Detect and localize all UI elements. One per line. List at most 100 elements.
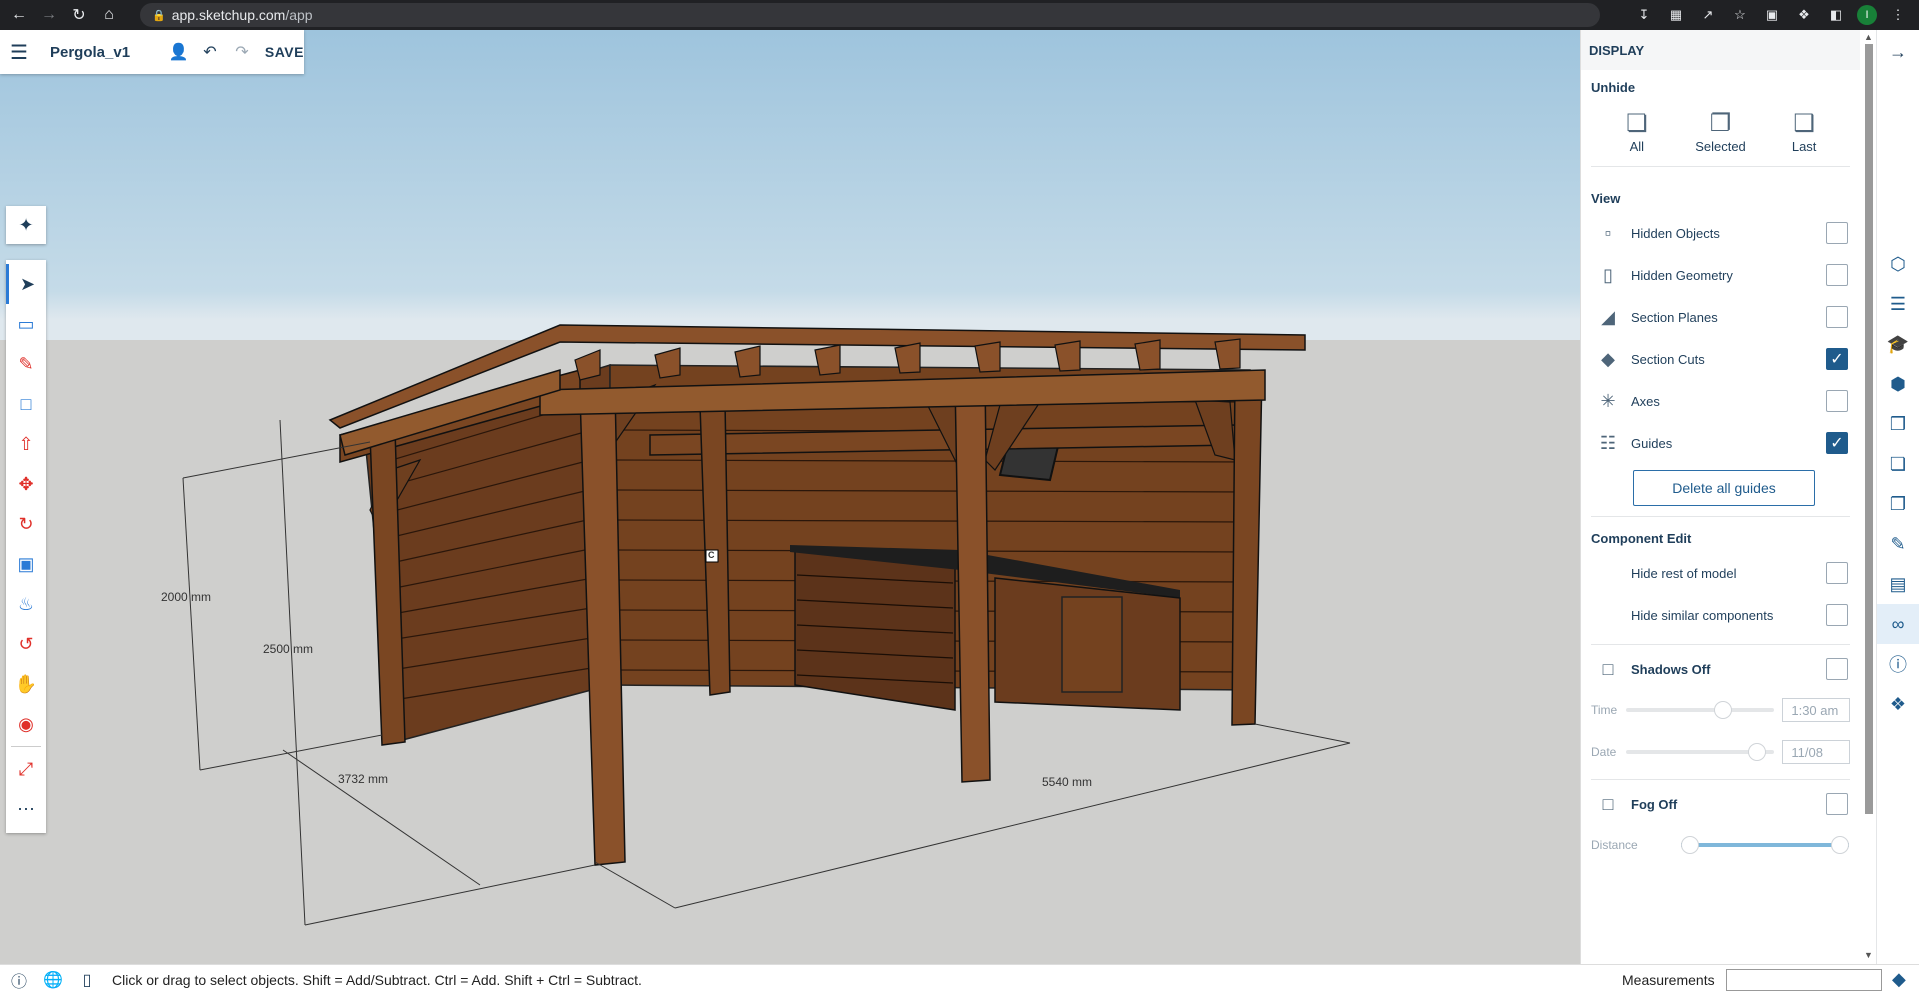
collapse-panel-icon[interactable]: → (1889, 30, 1907, 74)
shadows-checkbox[interactable] (1826, 658, 1848, 680)
axes-checkbox[interactable] (1826, 390, 1848, 412)
date-slider-knob[interactable] (1747, 743, 1766, 761)
add-collaborator-icon[interactable]: 👤 (169, 42, 189, 62)
hamburger-menu-icon[interactable]: ☰ (10, 40, 36, 65)
date-slider[interactable] (1625, 743, 1775, 761)
rotate-tool[interactable]: ↻ (6, 504, 46, 544)
component-edit-title: Component Edit (1591, 531, 1692, 546)
dimension-tool[interactable]: ⤢ (6, 749, 46, 789)
distance-row: Distance (1581, 824, 1860, 866)
display-glasses-icon[interactable]: ∞ (1876, 604, 1919, 644)
help-icon[interactable]: ⓘ (4, 968, 34, 992)
date-input[interactable]: 11/08 (1782, 740, 1850, 764)
scenes-edit-icon[interactable]: ✎ (1877, 524, 1919, 564)
more-menu-icon[interactable]: ⋮ (1887, 4, 1909, 26)
pergola-model (182, 324, 1351, 926)
center-marker: C (708, 550, 715, 560)
back-icon[interactable]: ← (8, 4, 30, 26)
distance-end-knob[interactable] (1831, 836, 1849, 854)
select-tool[interactable]: ➤ (6, 264, 46, 304)
share-icon[interactable]: ↗ (1697, 4, 1719, 26)
sidebar-icon[interactable]: ◧ (1825, 4, 1847, 26)
scenes-icon[interactable]: ▤ (1877, 564, 1919, 604)
model-title[interactable]: Pergola_v1 (50, 44, 155, 61)
solid-inspector-icon[interactable]: ❖ (1877, 684, 1919, 724)
time-slider-knob[interactable] (1714, 701, 1733, 719)
hide-rest-checkbox[interactable] (1826, 562, 1848, 584)
paint-bucket-tool[interactable]: ♨ (6, 584, 46, 624)
distance-label: Distance (1591, 838, 1638, 852)
delete-all-guides-button[interactable]: Delete all guides (1633, 470, 1815, 506)
translate-icon[interactable]: ▦ (1665, 4, 1687, 26)
components-icon[interactable]: ⬢ (1877, 364, 1919, 404)
move-icon: ✥ (18, 473, 34, 494)
top-toolbar: ☰ Pergola_v1 👤 ↶ ↷ SAVE (0, 30, 304, 74)
scroll-up-icon[interactable]: ▲ (1864, 32, 1873, 42)
section-planes-checkbox[interactable] (1826, 306, 1848, 328)
scale-icon: ▣ (17, 553, 35, 574)
extension-app-icon[interactable]: ▣ (1761, 4, 1783, 26)
pan-tool[interactable]: ✋ (6, 664, 46, 704)
address-bar[interactable]: 🔒 app.sketchup.com/app (140, 3, 1600, 27)
search-tools-icon: ✦ (18, 214, 34, 235)
dimension-icon: ⤢ (18, 758, 34, 779)
tags-icon[interactable]: ❐ (1877, 484, 1919, 524)
forward-icon[interactable]: → (38, 4, 60, 26)
fog-icon: □ (1602, 793, 1614, 814)
guides-checkbox[interactable]: ✓ (1826, 432, 1848, 454)
line-tool[interactable]: ✎ (6, 344, 46, 384)
home-icon[interactable]: ⌂ (98, 4, 120, 26)
3d-viewport[interactable]: 2000 mm 2500 mm 3732 mm 5540 mm C ☰ Perg… (0, 30, 1580, 964)
redo-icon[interactable]: ↷ (233, 42, 251, 62)
model-info-icon[interactable]: ⓘ (1877, 644, 1919, 684)
url-host: app.sketchup.com (171, 7, 286, 23)
measurements-input[interactable] (1726, 968, 1882, 991)
instructor-icon[interactable]: 🎓 (1877, 324, 1919, 364)
hidden-objects-label: Hidden Objects (1631, 225, 1720, 241)
move-tool[interactable]: ✥ (6, 464, 46, 504)
eraser-tool[interactable]: ▭ (6, 304, 46, 344)
panel-scrollbar[interactable]: ▲ ▼ (1862, 30, 1876, 964)
orbit-tool[interactable]: ↺ (6, 624, 46, 664)
more-tools-button[interactable]: ⋯ (6, 789, 46, 829)
hidden-geometry-icon: ▯ (1603, 264, 1613, 285)
time-slider[interactable] (1625, 701, 1775, 719)
status-hint: Click or drag to select objects. Shift =… (112, 971, 642, 988)
unhide-all-button[interactable]: ❏ All (1597, 109, 1677, 154)
time-input[interactable]: 1:30 am (1782, 698, 1850, 722)
display-panel: DISPLAY Unhide ❏ All ❐ Selected ❑ Last V… (1580, 30, 1860, 964)
fog-checkbox[interactable] (1826, 793, 1848, 815)
hidden-objects-checkbox[interactable] (1826, 222, 1848, 244)
push-pull-tool[interactable]: ⇧ (6, 424, 46, 464)
unhide-selected-button[interactable]: ❐ Selected (1680, 109, 1760, 154)
reload-icon[interactable]: ↻ (68, 4, 90, 26)
styles-icon[interactable]: ❏ (1877, 444, 1919, 484)
materials-icon[interactable]: ❒ (1877, 404, 1919, 444)
distance-start-knob[interactable] (1681, 836, 1699, 854)
mouse-icon[interactable]: ▯ (72, 970, 102, 990)
more-dots-icon: ⋯ (17, 798, 35, 819)
section-cuts-checkbox[interactable]: ✓ (1826, 348, 1848, 370)
profile-avatar[interactable]: I (1857, 5, 1877, 25)
save-button[interactable]: SAVE (265, 44, 304, 60)
hidden-geometry-checkbox[interactable] (1826, 264, 1848, 286)
search-tools-button[interactable]: ✦ (6, 206, 46, 244)
extensions-puzzle-icon[interactable]: ❖ (1793, 4, 1815, 26)
entity-info-panel-icon[interactable]: ⬡ (1877, 244, 1919, 284)
unhide-last-button[interactable]: ❑ Last (1764, 109, 1844, 154)
view-hidden-objects-row: ▫ Hidden Objects (1581, 212, 1860, 254)
undo-icon[interactable]: ↶ (201, 42, 219, 62)
scrollbar-thumb[interactable] (1865, 44, 1873, 814)
bookmark-star-icon[interactable]: ☆ (1729, 4, 1751, 26)
distance-slider[interactable] (1681, 836, 1849, 854)
scroll-down-icon[interactable]: ▼ (1864, 950, 1873, 960)
rectangle-tool[interactable]: □ (6, 384, 46, 424)
unhide-buttons: ❏ All ❐ Selected ❑ Last (1591, 101, 1850, 167)
install-icon[interactable]: ↧ (1633, 4, 1655, 26)
hide-similar-checkbox[interactable] (1826, 604, 1848, 626)
scale-tool[interactable]: ▣ (6, 544, 46, 584)
outliner-icon[interactable]: ☰ (1877, 284, 1919, 324)
language-globe-icon[interactable]: 🌐 (38, 970, 68, 990)
dimension-depth-3732: 3732 mm (338, 772, 389, 786)
zoom-extents-tool[interactable]: ◉ (6, 704, 46, 744)
